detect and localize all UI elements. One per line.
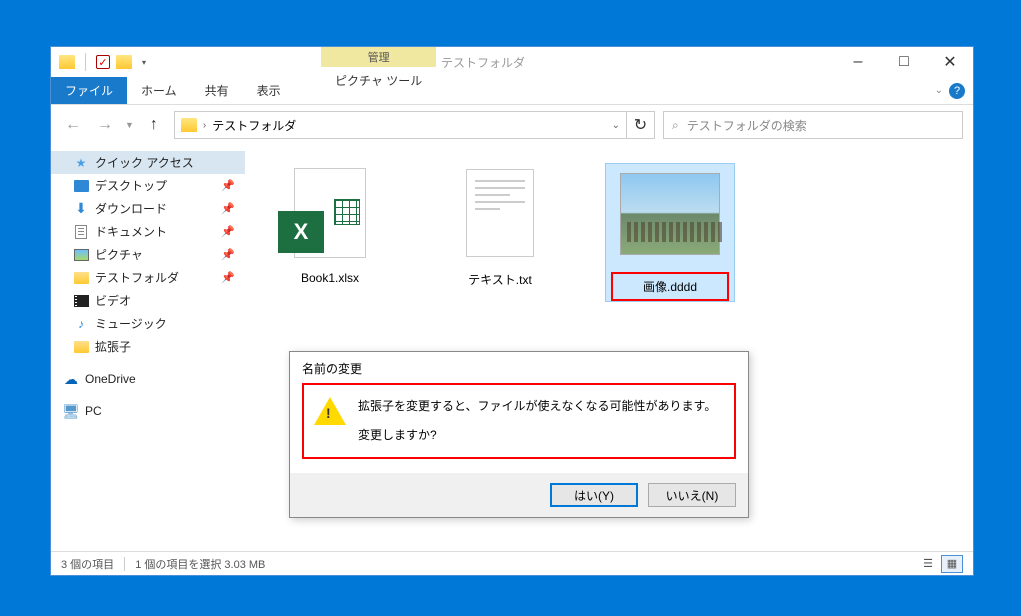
view-thumbnails-button[interactable]: ▦ xyxy=(941,555,963,573)
sidebar-item-label: 拡張子 xyxy=(95,338,131,355)
folder-icon xyxy=(73,339,89,355)
minimize-button[interactable]: – xyxy=(835,47,881,77)
pin-icon: 📌 xyxy=(221,248,235,261)
file-name: テキスト.txt xyxy=(435,271,565,288)
sidebar-item-label: ドキュメント xyxy=(95,223,167,240)
sidebar-onedrive[interactable]: ☁ OneDrive xyxy=(51,368,245,390)
address-dropdown[interactable]: ⌄ xyxy=(612,120,620,131)
sidebar-quick-access[interactable]: ★ クイック アクセス xyxy=(51,151,245,174)
download-icon: ⬇ xyxy=(73,201,89,217)
sidebar-item-label: クイック アクセス xyxy=(95,154,194,171)
back-button[interactable]: ← xyxy=(61,113,85,137)
desktop-icon xyxy=(73,178,89,194)
sidebar-item-label: ミュージック xyxy=(95,315,167,332)
sidebar-item-label: ピクチャ xyxy=(95,246,143,263)
sidebar-item-pictures[interactable]: ピクチャ 📌 xyxy=(51,243,245,266)
tab-file[interactable]: ファイル xyxy=(51,77,127,104)
up-button[interactable]: ↑ xyxy=(142,113,166,137)
sidebar-item-desktop[interactable]: デスクトップ 📌 xyxy=(51,174,245,197)
sidebar-item-downloads[interactable]: ⬇ ダウンロード 📌 xyxy=(51,197,245,220)
address-bar[interactable]: › テストフォルダ ⌄ xyxy=(174,111,627,139)
search-placeholder: テストフォルダの検索 xyxy=(687,117,807,134)
help-icon[interactable]: ? xyxy=(949,83,965,99)
ribbon-tabs: 管理 ピクチャ ツール テストフォルダ ファイル ホーム 共有 表示 ⌄ ? xyxy=(51,77,973,105)
sidebar-item-label: テストフォルダ xyxy=(95,269,179,286)
chevron-right-icon: › xyxy=(203,120,206,131)
sidebar-item-videos[interactable]: ビデオ xyxy=(51,289,245,312)
search-box[interactable]: ⌕ テストフォルダの検索 xyxy=(663,111,963,139)
sidebar-item-label: ダウンロード xyxy=(95,200,167,217)
pin-icon: 📌 xyxy=(221,179,235,192)
yes-button[interactable]: はい(Y) xyxy=(550,483,638,507)
history-dropdown[interactable]: ▼ xyxy=(125,120,134,130)
tab-share[interactable]: 共有 xyxy=(191,77,243,104)
sidebar-item-label: PC xyxy=(85,404,102,418)
search-icon: ⌕ xyxy=(672,118,679,133)
qat-dropdown[interactable]: ▾ xyxy=(142,58,146,67)
status-item-count: 3 個の項目 xyxy=(61,556,114,572)
rename-input[interactable]: 画像.dddd xyxy=(611,272,729,301)
status-selection: 1 個の項目を選択 3.03 MB xyxy=(135,556,265,572)
pc-icon: 🖥 xyxy=(63,403,79,419)
video-icon xyxy=(73,293,89,309)
dialog-message-line1: 拡張子を変更すると、ファイルが使えなくなる可能性があります。 xyxy=(358,397,716,416)
image-thumbnail xyxy=(620,164,720,264)
cloud-icon: ☁ xyxy=(63,371,79,387)
pin-icon: 📌 xyxy=(221,271,235,284)
context-tab-header: 管理 xyxy=(321,47,436,67)
ribbon-expand-icon[interactable]: ⌄ xyxy=(935,85,943,96)
sidebar-item-ext[interactable]: 拡張子 xyxy=(51,335,245,358)
dialog-message-line2: 変更しますか? xyxy=(358,426,716,445)
excel-file-icon: X xyxy=(280,163,380,263)
pin-icon: 📌 xyxy=(221,202,235,215)
window-title: テストフォルダ xyxy=(441,54,525,71)
document-icon xyxy=(73,224,89,240)
file-item-selected[interactable]: 画像.dddd xyxy=(605,163,735,302)
forward-button[interactable]: → xyxy=(93,113,117,137)
picture-icon xyxy=(73,247,89,263)
sidebar-pc[interactable]: 🖥 PC xyxy=(51,400,245,422)
separator xyxy=(85,53,86,71)
dialog-title: 名前の変更 xyxy=(290,352,748,383)
file-item[interactable]: X Book1.xlsx xyxy=(265,163,395,285)
sidebar: ★ クイック アクセス デスクトップ 📌 ⬇ ダウンロード 📌 ドキュメント 📌… xyxy=(51,145,245,551)
star-icon: ★ xyxy=(73,155,89,171)
folder-icon xyxy=(59,55,75,69)
folder-icon xyxy=(181,118,197,132)
folder-icon xyxy=(73,270,89,286)
file-name: Book1.xlsx xyxy=(265,271,395,285)
sidebar-item-documents[interactable]: ドキュメント 📌 xyxy=(51,220,245,243)
close-button[interactable]: ✕ xyxy=(927,47,973,77)
status-bar: 3 個の項目 1 個の項目を選択 3.03 MB ☰ ▦ xyxy=(51,551,973,575)
text-file-icon xyxy=(450,163,550,263)
address-path: テストフォルダ xyxy=(212,117,296,134)
sidebar-item-testfolder[interactable]: テストフォルダ 📌 xyxy=(51,266,245,289)
rename-dialog: 名前の変更 拡張子を変更すると、ファイルが使えなくなる可能性があります。 変更し… xyxy=(289,351,749,518)
tab-picture-tools[interactable]: ピクチャ ツール xyxy=(321,67,436,94)
pin-icon: 📌 xyxy=(221,225,235,238)
separator xyxy=(124,557,125,571)
sidebar-item-label: ビデオ xyxy=(95,292,131,309)
folder-icon[interactable] xyxy=(116,55,132,69)
check-icon[interactable]: ✓ xyxy=(96,55,110,69)
warning-icon xyxy=(314,397,346,425)
sidebar-item-label: OneDrive xyxy=(85,372,136,386)
sidebar-item-music[interactable]: ♪ ミュージック xyxy=(51,312,245,335)
navigation-row: ← → ▼ ↑ › テストフォルダ ⌄ ↻ ⌕ テストフォルダの検索 xyxy=(51,105,973,145)
file-item[interactable]: テキスト.txt xyxy=(435,163,565,288)
music-icon: ♪ xyxy=(73,316,89,332)
refresh-button[interactable]: ↻ xyxy=(627,111,655,139)
tab-view[interactable]: 表示 xyxy=(243,77,295,104)
no-button[interactable]: いいえ(N) xyxy=(648,483,736,507)
maximize-button[interactable]: □ xyxy=(881,47,927,77)
sidebar-item-label: デスクトップ xyxy=(95,177,167,194)
view-details-button[interactable]: ☰ xyxy=(917,555,939,573)
tab-home[interactable]: ホーム xyxy=(127,77,191,104)
